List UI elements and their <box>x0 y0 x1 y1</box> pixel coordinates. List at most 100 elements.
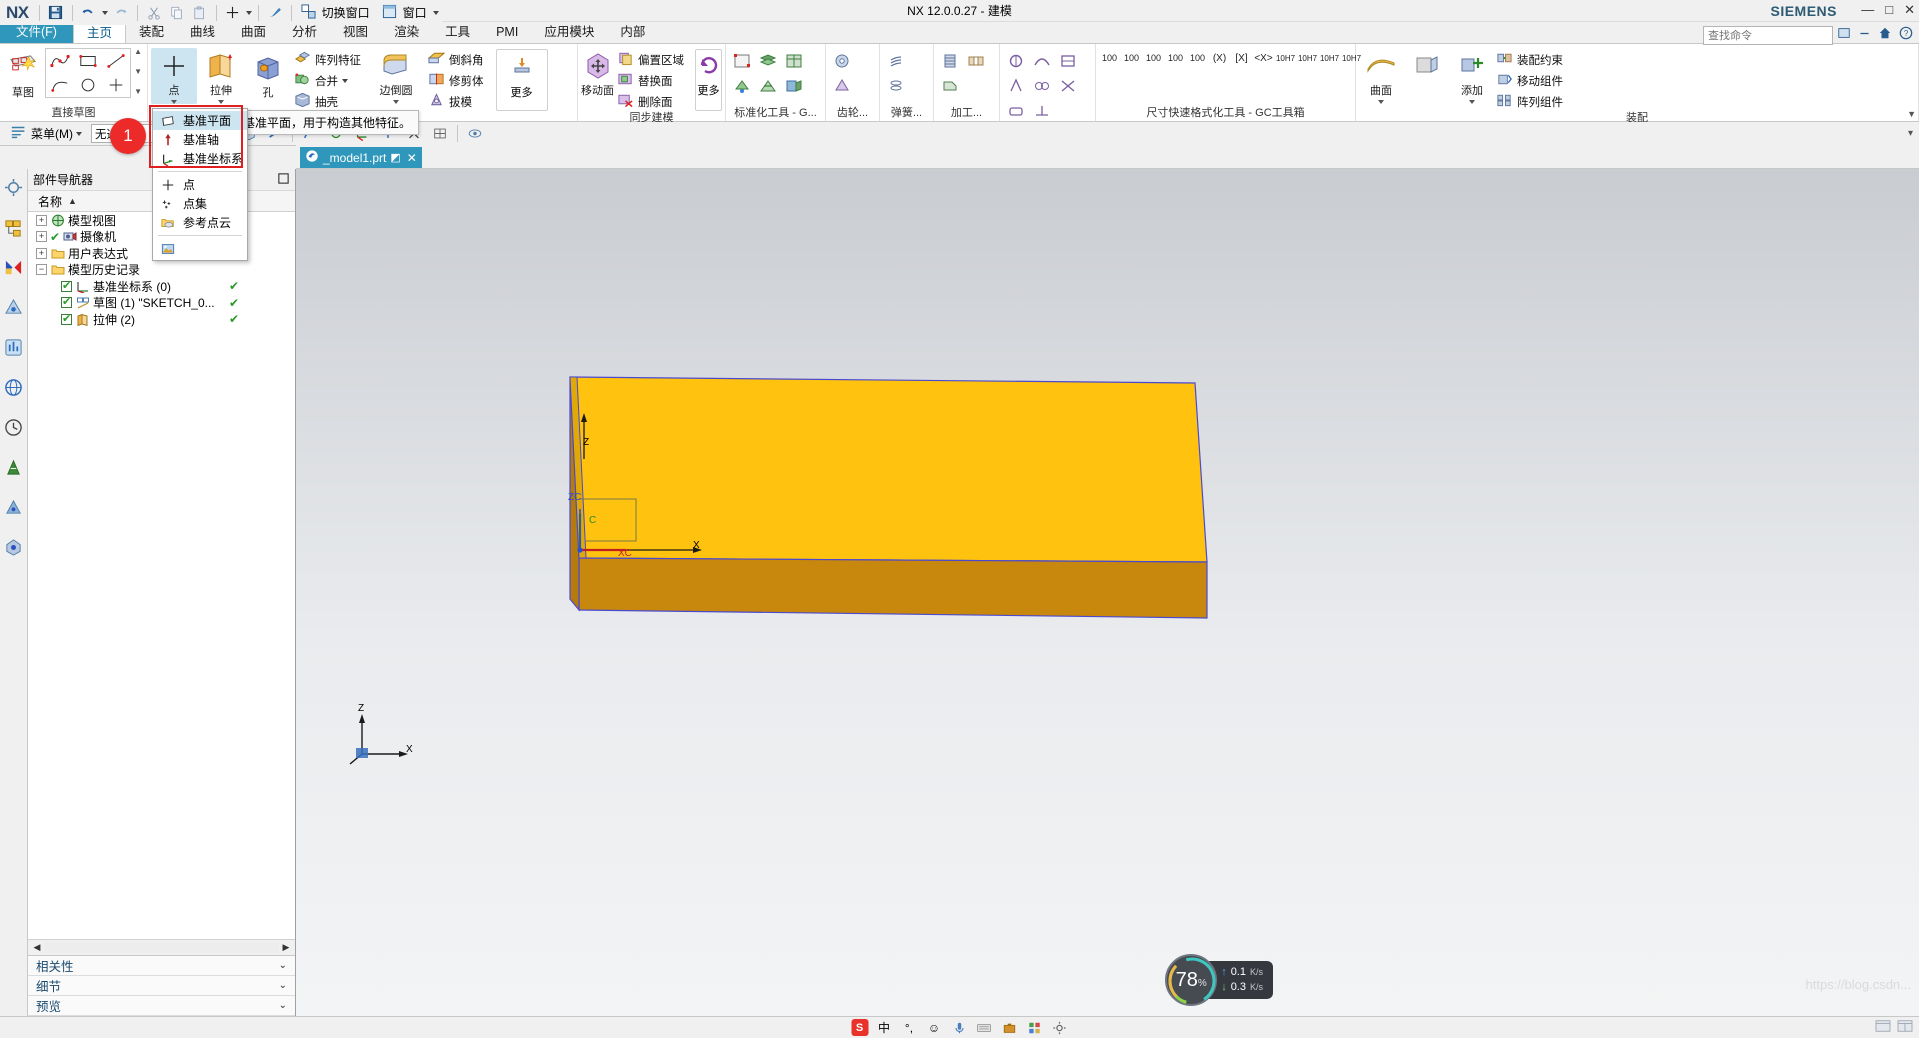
dim-tol-3-icon[interactable]: 10H7 <box>1319 48 1340 68</box>
arc-icon[interactable] <box>47 74 73 96</box>
move-face-button[interactable]: 移动面 <box>581 48 614 98</box>
help-icon[interactable]: ? <box>1899 26 1913 43</box>
role-icon[interactable] <box>2 495 26 519</box>
expander-icon[interactable]: − <box>36 264 47 276</box>
visibility-checkbox[interactable] <box>61 295 72 309</box>
line-icon[interactable] <box>103 50 129 72</box>
gc-assign-icon[interactable] <box>755 73 781 98</box>
minimize-ribbon-icon[interactable] <box>1858 27 1871 43</box>
copy-icon[interactable] <box>167 3 187 22</box>
graphics-view[interactable]: Z X ZC C XC Z X https://blog.csdn... <box>296 169 1919 1016</box>
extrude-button[interactable]: 拉伸 <box>198 48 244 104</box>
mt-4-icon[interactable] <box>1003 73 1029 98</box>
scroll-up-icon[interactable]: ▲ <box>134 48 142 56</box>
trim-body-button[interactable]: 修剪体 <box>426 70 489 91</box>
system-scene-icon[interactable] <box>2 535 26 559</box>
navigator-horizontal-scrollbar[interactable]: ◀ ▶ <box>28 939 295 955</box>
menu-item-datum-axis[interactable]: 基准轴 <box>153 130 247 149</box>
panel-details[interactable]: 细节 ⌄ <box>28 976 295 996</box>
switch-window-button[interactable]: 切换窗口 <box>298 3 376 23</box>
point-dropdown-caret[interactable] <box>171 100 177 104</box>
brush-icon[interactable] <box>265 3 285 22</box>
move-component-button[interactable]: 移动组件 <box>1494 70 1568 91</box>
sketch-point-icon[interactable] <box>103 74 129 96</box>
dim-x-3-icon[interactable]: <X> <box>1253 48 1274 68</box>
maximize-button[interactable]: □ <box>1885 3 1893 17</box>
tree-item-sketch[interactable]: 草图 (1) "SKETCH_0... ✔ <box>28 295 295 312</box>
visibility-checkbox[interactable] <box>61 279 72 292</box>
ime-keyboard-icon[interactable] <box>975 1019 993 1037</box>
spring-2-icon[interactable] <box>883 73 909 98</box>
save-icon[interactable] <box>46 3 66 22</box>
process-studio-icon[interactable] <box>2 455 26 479</box>
unite-dropdown-caret[interactable] <box>342 78 348 83</box>
search-input[interactable] <box>1708 29 1828 42</box>
dim-tol-1-icon[interactable]: 10H7 <box>1275 48 1296 68</box>
surface-dropdown-caret[interactable] <box>1378 100 1384 104</box>
undo-icon[interactable] <box>79 3 99 22</box>
part-solid[interactable] <box>296 169 1919 1016</box>
redo-icon[interactable] <box>111 3 131 22</box>
tab-pmi[interactable]: PMI <box>483 21 531 43</box>
visibility-checkbox[interactable] <box>61 312 72 325</box>
mt-3-icon[interactable] <box>1055 48 1081 73</box>
undo-dropdown-caret[interactable] <box>101 10 108 15</box>
mt-5-icon[interactable] <box>1029 73 1055 98</box>
ime-voice-icon[interactable] <box>950 1019 968 1037</box>
window-restore-icon[interactable] <box>1837 26 1851 43</box>
menu-dropdown-caret[interactable] <box>76 131 82 136</box>
expand-gallery-icon[interactable]: ▼ <box>134 88 142 96</box>
ime-chinese-label[interactable]: 中 <box>875 1019 893 1037</box>
tree-item-extrude[interactable]: 拉伸 (2) ✔ <box>28 311 295 328</box>
ribbon-collapse-icon[interactable]: ▼ <box>1907 109 1916 119</box>
sketch-button[interactable]: 草图 <box>3 50 43 100</box>
plus-dropdown-caret[interactable] <box>245 10 252 15</box>
mt-2-icon[interactable] <box>1029 48 1055 73</box>
selbar-overflow-caret[interactable]: ▾ <box>1908 128 1913 139</box>
edge-blend-dropdown-caret[interactable] <box>393 100 399 104</box>
unite-button[interactable]: 合并 <box>292 70 366 91</box>
chevron-down-icon[interactable]: ⌄ <box>279 960 287 971</box>
pattern-feature-button[interactable]: 阵列特征 <box>292 49 366 70</box>
bevel-gear-icon[interactable] <box>829 73 855 98</box>
layer-visibility-icon[interactable] <box>464 124 486 144</box>
close-tab-icon[interactable]: ✕ <box>405 151 417 165</box>
circle-icon[interactable] <box>75 74 101 96</box>
close-button[interactable]: ✕ <box>1904 3 1915 17</box>
minimize-button[interactable]: — <box>1861 3 1874 17</box>
sync-more-button[interactable]: 更多 <box>695 49 722 111</box>
dim-100-4-icon[interactable]: 100 <box>1165 48 1186 68</box>
gc-layers-icon[interactable] <box>755 48 781 73</box>
menu-item-raster-image[interactable] <box>153 239 247 258</box>
add-component-button[interactable]: 添加 <box>1451 48 1493 104</box>
dim-100-5-icon[interactable]: 100 <box>1187 48 1208 68</box>
ime-punctuation-icon[interactable]: °, <box>900 1019 918 1037</box>
ime-settings-icon[interactable] <box>1050 1019 1068 1037</box>
search-input-container[interactable] <box>1703 26 1833 45</box>
mt-6-icon[interactable] <box>1055 73 1081 98</box>
dim-100-1-icon[interactable]: 100 <box>1099 48 1120 68</box>
gc-frame-icon[interactable] <box>729 48 755 73</box>
menu-item-point-set[interactable]: 点集 <box>153 194 247 213</box>
mt-8-icon[interactable] <box>1029 98 1055 123</box>
chamfer-mach-icon[interactable] <box>937 73 963 98</box>
window-menu-button[interactable]: 窗口 <box>379 3 442 23</box>
mt-1-icon[interactable] <box>1003 48 1029 73</box>
restore-icon[interactable] <box>1897 1019 1913 1036</box>
spur-gear-icon[interactable] <box>829 48 855 73</box>
web-browser-icon[interactable] <box>2 375 26 399</box>
dim-x-2-icon[interactable]: [X] <box>1231 48 1252 68</box>
feature-more-button[interactable]: 更多 <box>495 49 548 111</box>
expander-icon[interactable]: + <box>36 247 47 259</box>
panel-preview[interactable]: 预览 ⌄ <box>28 996 295 1016</box>
constraint-navigator-icon[interactable] <box>2 255 26 279</box>
window-dropdown-caret[interactable] <box>432 10 439 15</box>
ime-toolbox-icon[interactable] <box>1000 1019 1018 1037</box>
tree-item-datum-csys[interactable]: 基准坐标系 (0) ✔ <box>28 278 295 295</box>
grid-icon[interactable] <box>429 124 451 144</box>
dim-100-2-icon[interactable]: 100 <box>1121 48 1142 68</box>
assembly-constraint-button[interactable]: 装配约束 <box>1494 49 1568 70</box>
panel-dependencies[interactable]: 相关性 ⌄ <box>28 956 295 976</box>
performance-widget[interactable]: 78% ↑ 0.1 K/s ↓ 0.3 K/s <box>1165 954 1273 1006</box>
add-dropdown-caret[interactable] <box>1469 100 1475 104</box>
